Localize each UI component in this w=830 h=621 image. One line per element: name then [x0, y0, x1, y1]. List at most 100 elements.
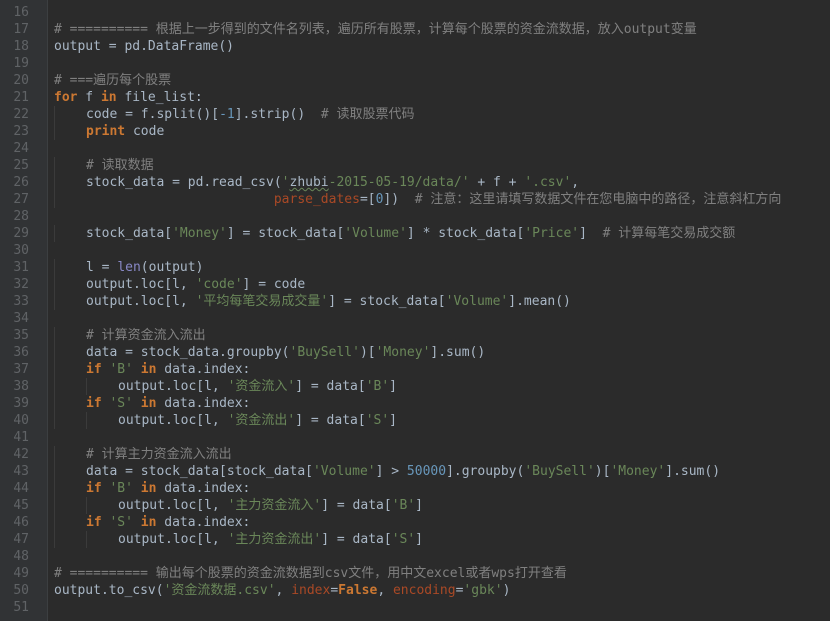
code-line[interactable]: print code [54, 123, 830, 140]
line-number: 50 [13, 583, 29, 598]
line-number: 39 [13, 396, 29, 411]
code-token: 50000 [406, 464, 447, 479]
code-token: 'Money' [172, 226, 227, 241]
line-number: 40 [13, 413, 29, 428]
code-token: '主力资金流入' [227, 498, 322, 513]
code-token: # 读取股票代码 [320, 107, 415, 122]
indent-guide [54, 531, 55, 548]
indent-guide [54, 157, 55, 174]
code-line[interactable]: output.loc[l, '主力资金流入'] = data['B'] [54, 497, 830, 514]
code-token: # 读取数据 [86, 158, 154, 173]
code-line[interactable]: output = pd.DataFrame() [54, 38, 830, 55]
code-token: ] = stock_data[ [226, 226, 345, 241]
code-line[interactable]: stock_data['Money'] = stock_data['Volume… [54, 225, 830, 242]
line-number-gutter[interactable]: 16 17 18 19 20 21 22 23 24 25 26 27 28 29 30 31 32 33 34 35… [0, 0, 48, 621]
code-line[interactable]: output.loc[l, '资金流入'] = data['B'] [54, 378, 830, 395]
code-line[interactable] [54, 548, 830, 565]
code-token: + f + [469, 175, 525, 190]
code-token: output.loc[l, [118, 532, 228, 547]
code-token: for [54, 90, 78, 105]
code-line[interactable]: output.to_csv('资金流数据.csv', index=False, … [54, 582, 830, 599]
code-token: ] = stock_data[ [328, 294, 446, 309]
code-line[interactable]: parse_dates=[0]) # 注意：这里请填写数据文件在您电脑中的路径，… [54, 191, 830, 208]
code-line[interactable] [54, 208, 830, 225]
code-token: file_list: [116, 90, 203, 105]
line-number: 21 [13, 90, 29, 105]
line-number: 48 [13, 549, 29, 564]
code-line[interactable] [54, 599, 830, 616]
code-token: ] = code [242, 277, 306, 292]
code-line[interactable]: code = f.split()[-1].strip() # 读取股票代码 [54, 106, 830, 123]
code-token: (output) [140, 260, 204, 275]
code-line[interactable]: # 读取数据 [54, 157, 830, 174]
code-token: in [140, 481, 157, 496]
indent-guide [54, 395, 55, 412]
code-token: f [77, 90, 101, 105]
code-token: ) [502, 583, 511, 598]
code-token: 'S' [109, 515, 133, 530]
code-line[interactable]: output.loc[l, '平均每笔交易成交量'] = stock_data[… [54, 293, 830, 310]
code-line[interactable] [54, 310, 830, 327]
line-number: 26 [13, 175, 29, 190]
code-token: 'Volume' [312, 464, 376, 479]
code-token: 'Money' [610, 464, 666, 479]
code-line[interactable]: l = len(output) [54, 259, 830, 276]
code-line[interactable]: if 'S' in data.index: [54, 395, 830, 412]
code-line[interactable]: if 'B' in data.index: [54, 480, 830, 497]
code-line[interactable]: if 'B' in data.index: [54, 361, 830, 378]
line-number: 17 [13, 22, 29, 37]
code-line[interactable] [54, 429, 830, 446]
indent-guide [54, 225, 55, 242]
code-token: ] [415, 532, 423, 547]
code-token: output.loc[l, [118, 413, 228, 428]
line-number: 18 [13, 39, 29, 54]
code-line[interactable]: output.loc[l, '资金流出'] = data['S'] [54, 412, 830, 429]
code-line[interactable]: # 计算资金流入流出 [54, 327, 830, 344]
code-token: output.loc[l, [118, 379, 228, 394]
code-token: parse_dates [273, 192, 360, 207]
code-line[interactable]: output.loc[l, 'code'] = code [54, 276, 830, 293]
code-line[interactable]: stock_data = pd.read_csv('zhubi-2015-05-… [54, 174, 830, 191]
code-area[interactable]: # ========== 根据上一步得到的文件名列表，遍历所有股票，计算每个股票… [48, 0, 830, 621]
code-token: # ========== 根据上一步得到的文件名列表，遍历所有股票，计算每个股票… [54, 22, 697, 37]
code-token: 'B' [109, 362, 133, 377]
code-token: , [275, 583, 292, 598]
indent-guide [54, 276, 55, 293]
code-token: in [140, 515, 157, 530]
code-line[interactable]: data = stock_data.groupby('BuySell')['Mo… [54, 344, 830, 361]
indent-guide [54, 174, 55, 191]
code-line[interactable]: # ========== 输出每个股票的资金流数据到csv文件，用中文excel… [54, 565, 830, 582]
code-line[interactable]: data = stock_data[stock_data['Volume'] >… [54, 463, 830, 480]
code-token: code = f.split()[ [86, 107, 220, 122]
indent-guide [54, 412, 55, 429]
code-line[interactable]: if 'S' in data.index: [54, 514, 830, 531]
line-number: 33 [13, 294, 29, 309]
code-token: stock_data[ [86, 226, 173, 241]
code-token: zhubi [289, 175, 329, 190]
code-line[interactable] [54, 140, 830, 157]
code-token: print [86, 124, 126, 139]
code-token: output = pd.DataFrame() [54, 39, 235, 54]
line-number: 47 [13, 532, 29, 547]
code-line[interactable] [54, 4, 830, 21]
code-line[interactable]: for f in file_list: [54, 89, 830, 106]
code-line[interactable]: # ===遍历每个股票 [54, 72, 830, 89]
code-token: ] = data[ [321, 498, 392, 513]
code-line[interactable]: output.loc[l, '主力资金流出'] = data['S'] [54, 531, 830, 548]
code-editor[interactable]: 16 17 18 19 20 21 22 23 24 25 26 27 28 29 30 31 32 33 34 35… [0, 0, 830, 621]
code-line[interactable] [54, 55, 830, 72]
code-token: 'gbk' [463, 583, 503, 598]
code-token: 'B' [109, 481, 133, 496]
code-line[interactable] [54, 242, 830, 259]
code-token: if [86, 481, 102, 496]
code-line[interactable]: # 计算主力资金流入流出 [54, 446, 830, 463]
code-token: 'S' [391, 532, 416, 547]
code-line[interactable]: # ========== 根据上一步得到的文件名列表，遍历所有股票，计算每个股票… [54, 21, 830, 38]
code-token: 'B' [391, 498, 416, 513]
code-token: data.index: [156, 396, 251, 411]
code-token: if [86, 362, 102, 377]
